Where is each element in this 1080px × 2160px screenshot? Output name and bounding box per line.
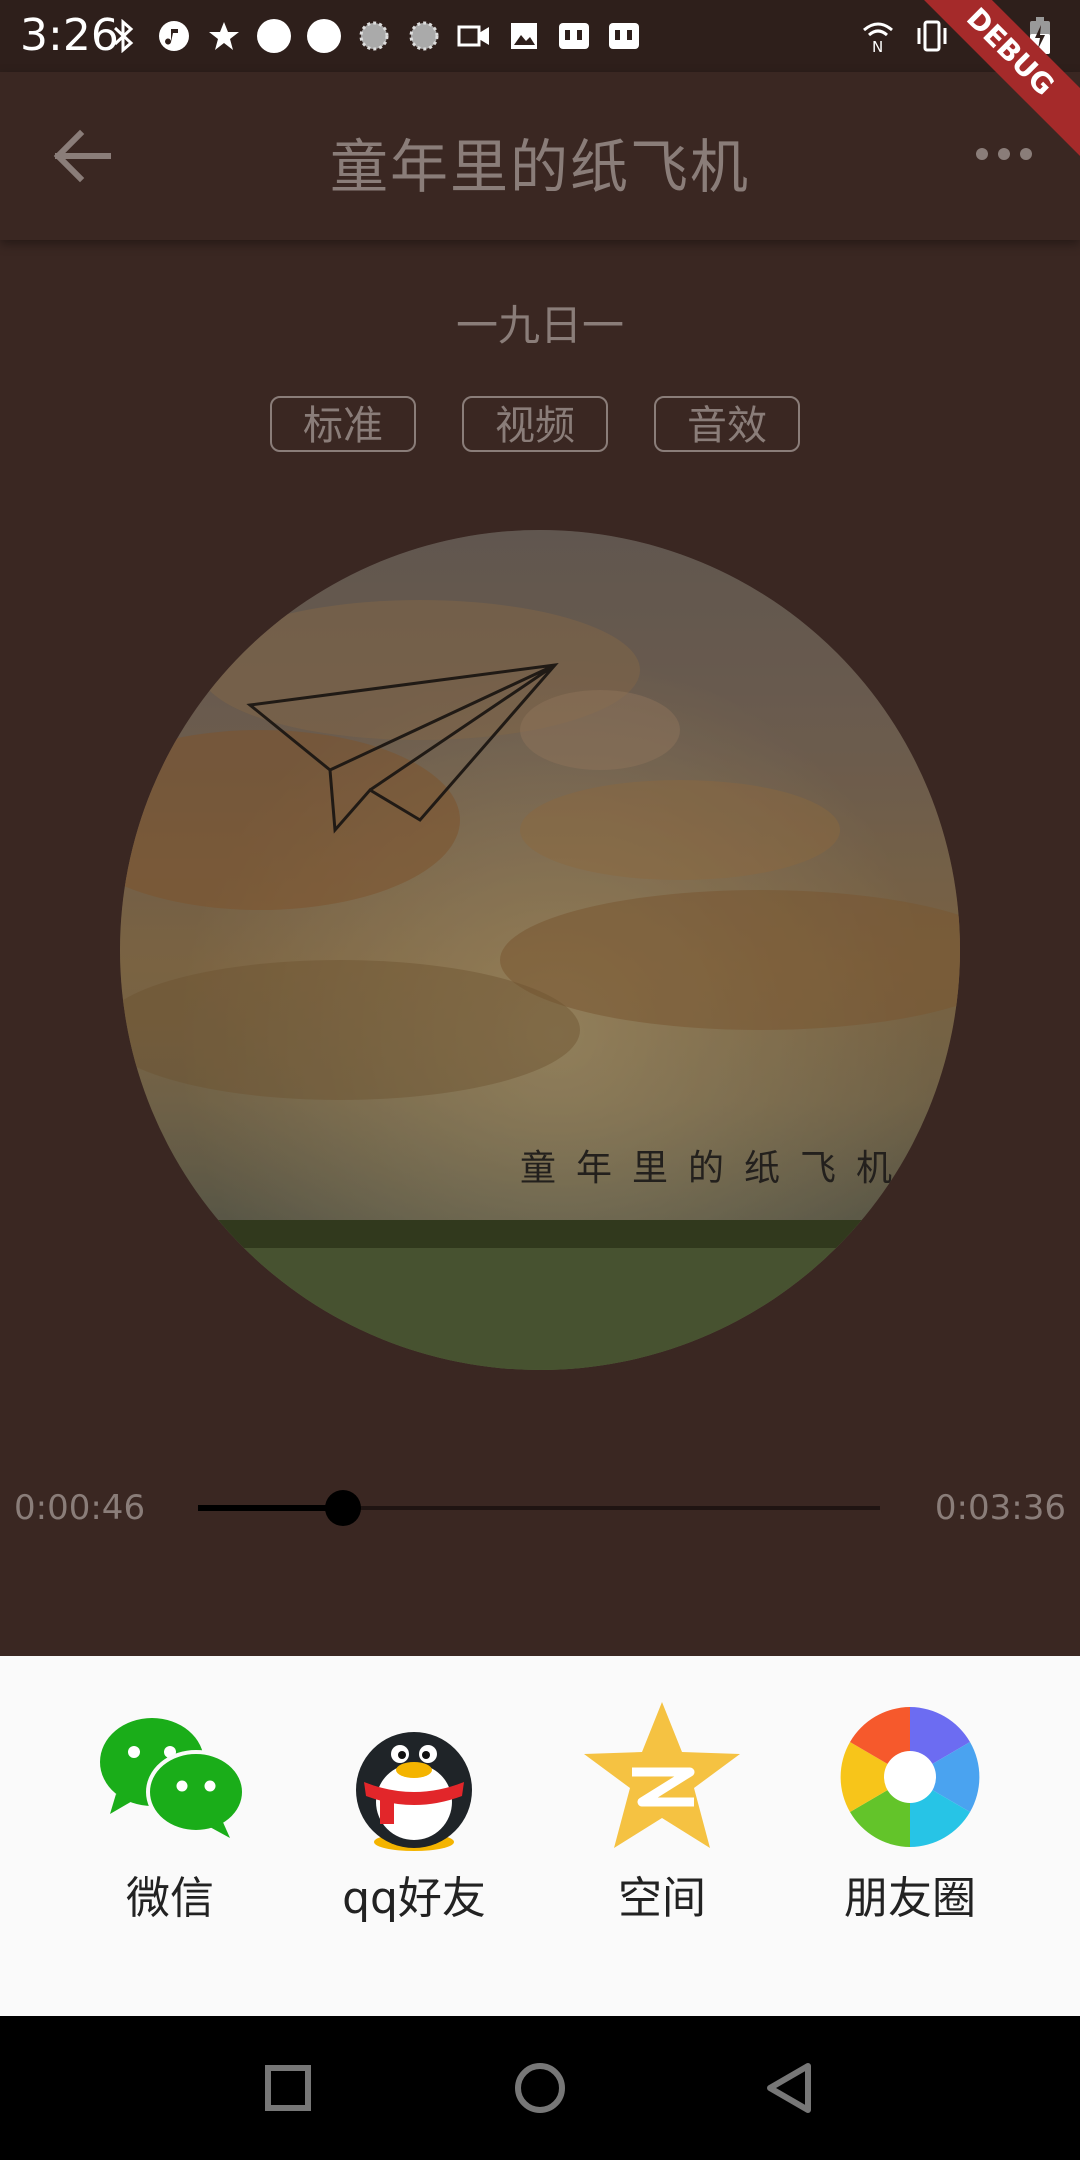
share-label: 空间 <box>618 1873 706 1924</box>
status-bar: 3:26 N <box>0 0 1080 72</box>
share-sheet: 微信 qq好友 空间 朋友圈 <box>0 1656 1080 2016</box>
share-moments[interactable]: 朋友圈 <box>810 1702 1010 1926</box>
circle-icon <box>256 18 292 54</box>
elapsed-time: 0:00:46 <box>14 1488 146 1528</box>
more-horizontal-icon <box>976 148 1032 160</box>
mode-effects-button[interactable]: 音效 <box>654 396 800 452</box>
star-icon <box>206 18 242 54</box>
back-triangle-icon <box>767 2063 811 2113</box>
system-nav-bar <box>0 2016 1080 2160</box>
qq-penguin-icon <box>334 1702 494 1852</box>
progress-thumb[interactable] <box>325 1490 362 1526</box>
artist-name: 一九日一 <box>455 301 624 350</box>
total-duration: 0:03:36 <box>934 1488 1066 1528</box>
album-artwork: 童年里的纸飞机 <box>120 530 960 1370</box>
page-title: 童年里的纸飞机 <box>329 133 750 201</box>
share-qzone[interactable]: 空间 <box>562 1702 762 1926</box>
image-icon <box>506 18 542 54</box>
share-label: 微信 <box>126 1873 214 1924</box>
wechat-icon <box>90 1702 250 1852</box>
circle-icon <box>306 18 342 54</box>
svg-text:N: N <box>872 38 883 54</box>
moments-aperture-icon <box>830 1702 990 1852</box>
bluetooth-icon <box>106 18 142 54</box>
dotted-circle-icon <box>406 18 442 54</box>
vibrate-icon <box>914 18 950 54</box>
dotted-circle-icon <box>356 18 392 54</box>
home-circle-icon <box>515 2063 565 2113</box>
video-icon <box>456 18 492 54</box>
share-label: 朋友圈 <box>844 1873 976 1924</box>
nfc-wifi-icon: N <box>860 18 896 54</box>
home-button[interactable] <box>508 2056 572 2120</box>
status-time: 3:26 <box>20 10 119 61</box>
music-note-icon <box>156 18 192 54</box>
mode-standard-button[interactable]: 标准 <box>270 396 416 452</box>
mode-video-button[interactable]: 视频 <box>462 396 608 452</box>
notification-icon <box>556 18 592 54</box>
share-qq[interactable]: qq好友 <box>314 1702 514 1926</box>
qzone-star-icon <box>582 1702 742 1852</box>
mode-selector: 标准 视频 音效 <box>270 396 800 452</box>
recents-button[interactable] <box>256 2056 320 2120</box>
notification-icon <box>606 18 642 54</box>
nav-back-button[interactable] <box>758 2056 822 2120</box>
more-button[interactable] <box>964 132 1044 176</box>
recents-square-icon <box>265 2065 311 2111</box>
status-left-icons <box>106 14 642 58</box>
album-cover: 童年里的纸飞机 <box>120 530 960 1370</box>
share-wechat[interactable]: 微信 <box>70 1702 270 1926</box>
progress-fill <box>198 1505 344 1511</box>
share-label: qq好友 <box>342 1873 486 1924</box>
app-bar: 童年里的纸飞机 <box>0 72 1080 240</box>
